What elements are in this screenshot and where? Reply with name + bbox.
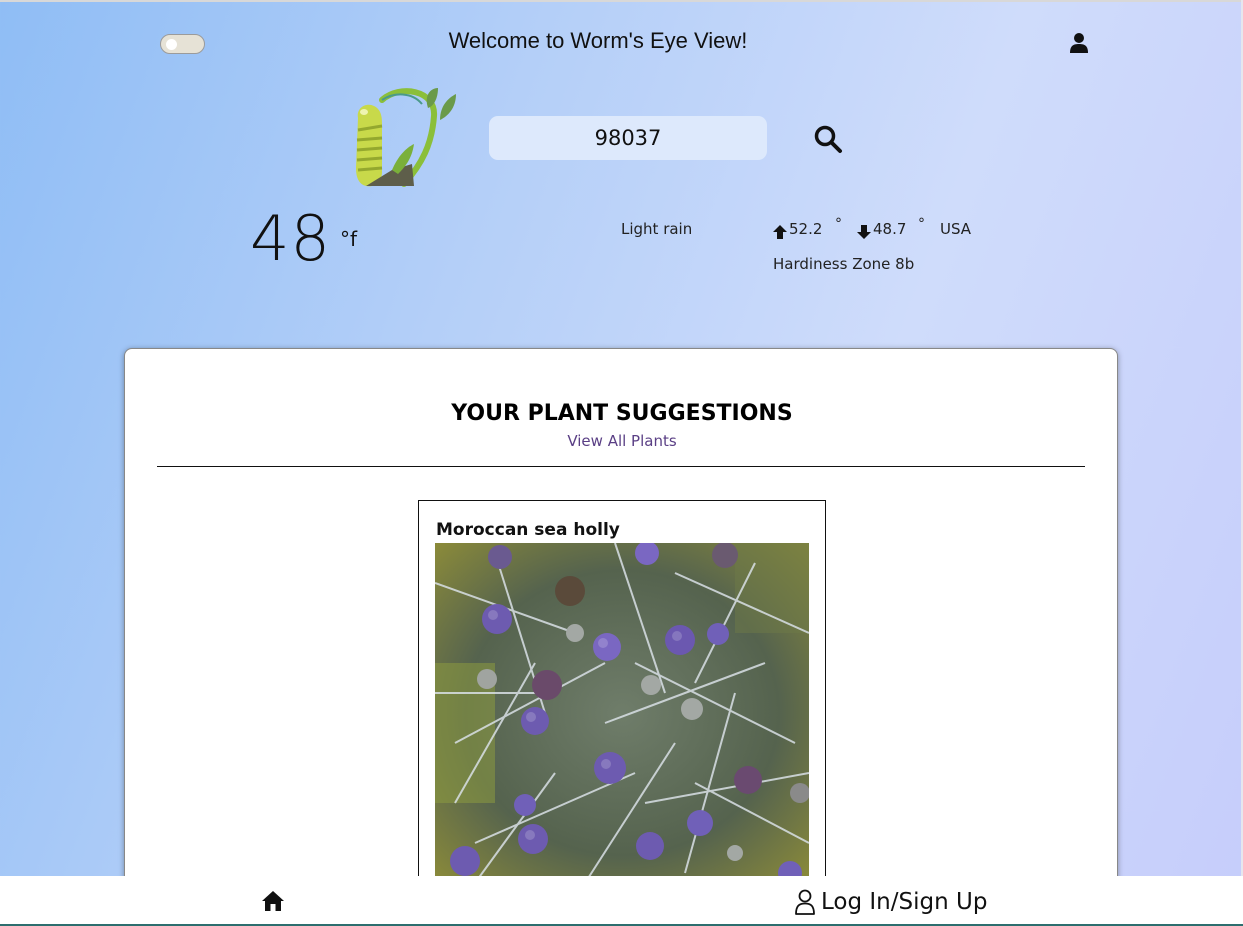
- login-label: Log In/Sign Up: [821, 889, 988, 915]
- user-icon[interactable]: [1069, 32, 1089, 54]
- search-icon[interactable]: [813, 124, 843, 154]
- theme-toggle[interactable]: [160, 34, 205, 54]
- divider: [157, 466, 1085, 467]
- zip-search-input[interactable]: [489, 116, 767, 160]
- weather-condition: Light rain: [621, 220, 693, 238]
- login-signup-link[interactable]: Log In/Sign Up: [794, 887, 987, 917]
- arrow-down-icon: [857, 225, 871, 239]
- hardiness-zone: Hardiness Zone 8b: [773, 255, 915, 273]
- view-all-plants-link[interactable]: View All Plants: [125, 432, 1119, 450]
- top-border: [0, 0, 1243, 2]
- plant-suggestions-card: YOUR PLANT SUGGESTIONS View All Plants M…: [124, 348, 1118, 926]
- toggle-knob: [166, 39, 177, 50]
- temp-low: 48.7: [873, 220, 907, 238]
- plant-card[interactable]: Moroccan sea holly: [418, 500, 826, 926]
- welcome-title: Welcome to Worm's Eye View!: [448, 28, 748, 53]
- arrow-up-icon: [773, 225, 787, 239]
- plant-name: Moroccan sea holly: [436, 520, 620, 540]
- degree-symbol: °: [835, 216, 842, 232]
- section-title: YOUR PLANT SUGGESTIONS: [451, 401, 793, 426]
- temperature-unit: °f: [340, 227, 358, 251]
- temperature-value: 48: [250, 202, 331, 275]
- temp-high: 52.2: [789, 220, 823, 238]
- degree-symbol: °: [918, 216, 925, 232]
- home-icon[interactable]: [261, 890, 285, 912]
- user-outline-icon: [795, 889, 815, 915]
- worm-logo: [356, 88, 456, 187]
- bottom-nav: Log In/Sign Up: [0, 876, 1243, 926]
- country-label: USA: [940, 220, 972, 238]
- plant-photo: [435, 543, 809, 883]
